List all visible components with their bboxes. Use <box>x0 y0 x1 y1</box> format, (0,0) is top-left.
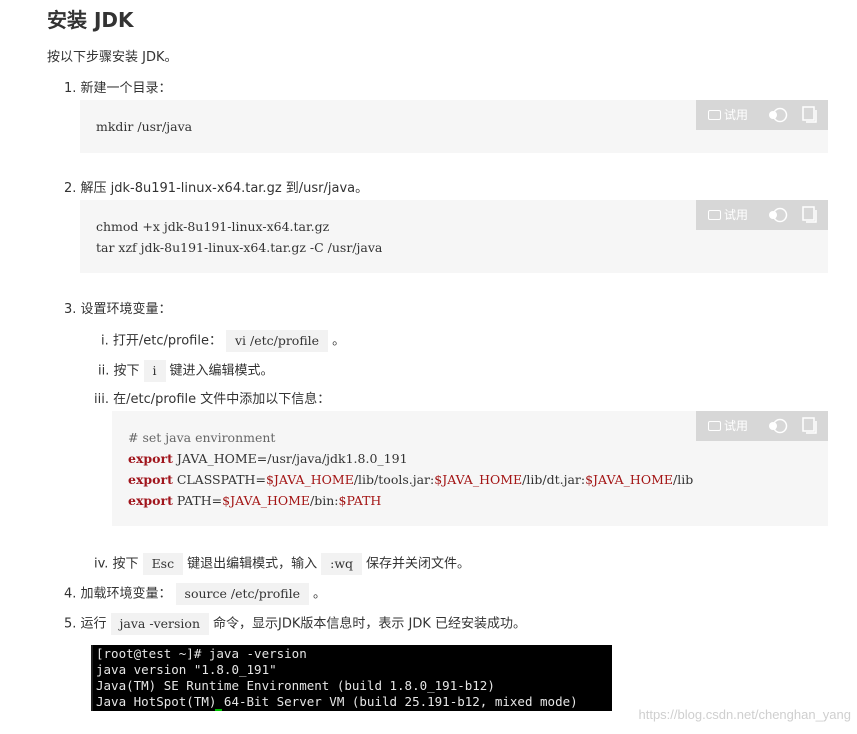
step-3i-text: i. 打开/etc/profile： <box>101 333 222 349</box>
inline-code: source /etc/profile <box>175 583 309 605</box>
toggle-theme-icon[interactable] <box>768 107 788 123</box>
code-toolbar: 试用 <box>696 100 828 130</box>
code-comment: # set java environment <box>128 430 276 445</box>
step-3ii-end: 键进入编辑模式。 <box>169 363 274 379</box>
code-variable: $JAVA_HOME <box>265 472 354 487</box>
step-3iv-text: 键退出编辑模式，输入 <box>187 556 318 572</box>
code-variable: $JAVA_HOME <box>222 493 311 508</box>
step-1-label: 1. 新建一个目录： <box>64 81 172 96</box>
code-toolbar: 试用 <box>696 200 828 230</box>
inline-code: :wq <box>321 553 363 575</box>
terminal-line: Java(TM) SE Runtime Environment (build 1… <box>96 678 495 693</box>
step-3i: i. 打开/etc/profile： vi /etc/profile。 <box>101 330 345 352</box>
code-toolbar: 试用 <box>696 411 828 441</box>
step-5-text: 5. 运行 <box>64 616 107 632</box>
try-label: 试用 <box>724 208 749 222</box>
step-3i-end: 。 <box>332 333 346 349</box>
intro-text: 按以下步骤安装 JDK。 <box>47 50 178 65</box>
try-label: 试用 <box>724 108 749 122</box>
terminal-output: [root@test ~]# java -version java versio… <box>91 645 612 711</box>
step-4: 4. 加载环境变量： source /etc/profile。 <box>64 583 326 605</box>
inline-code: vi /etc/profile <box>225 330 329 352</box>
step-3iv-text: iv. 按下 <box>94 556 139 572</box>
copy-icon[interactable] <box>802 206 818 224</box>
code-line: export CLASSPATH=$JAVA_HOME/lib/tools.ja… <box>128 471 693 489</box>
code-block-mkdir: mkdir /usr/java 试用 <box>80 100 828 153</box>
copy-icon[interactable] <box>802 417 818 435</box>
code-block-profile: # set java environment export JAVA_HOME=… <box>112 411 828 526</box>
keyword: export <box>128 451 173 466</box>
code-line: tar xzf jdk-8u191-linux-x64.tar.gz -C /u… <box>96 240 383 255</box>
toggle-theme-icon[interactable] <box>768 207 788 223</box>
inline-code: i <box>143 360 166 382</box>
terminal-line: [root@test ~]# java -version <box>96 646 307 661</box>
step-3ii-text: ii. 按下 <box>98 363 140 379</box>
code-block-extract: chmod +x jdk-8u191-linux-x64.tar.gz tar … <box>80 200 828 273</box>
inline-code: Esc <box>142 553 184 575</box>
code-text: /lib <box>673 472 694 487</box>
step-4-text: 4. 加载环境变量： <box>64 586 172 602</box>
step-4-end: 。 <box>312 586 326 602</box>
terminal-line: Java HotSpot(TM) 64-Bit Server VM (build… <box>96 694 578 709</box>
step-3iv-end: 保存并关闭文件。 <box>366 556 471 572</box>
step-2-label: 2. 解压 jdk-8u191-linux-x64.tar.gz 到/usr/j… <box>64 181 369 196</box>
step-3ii: ii. 按下 i 键进入编辑模式。 <box>98 360 274 382</box>
try-icon <box>708 110 721 120</box>
try-button[interactable]: 试用 <box>708 207 748 223</box>
code-text: /lib/tools.jar: <box>353 472 435 487</box>
inline-code: java -version <box>110 613 210 635</box>
keyword: export <box>128 472 173 487</box>
code-text: /lib/dt.jar: <box>522 472 586 487</box>
try-button[interactable]: 试用 <box>708 418 748 434</box>
step-3-label: 3. 设置环境变量： <box>64 302 172 317</box>
code-variable: $PATH <box>338 493 382 508</box>
code-variable: $JAVA_HOME <box>434 472 523 487</box>
try-icon <box>708 210 721 220</box>
terminal-cursor <box>215 709 222 711</box>
code-line: export JAVA_HOME=/usr/java/jdk1.8.0_191 <box>128 450 408 468</box>
code-text: /bin: <box>310 493 339 508</box>
code-line: export PATH=$JAVA_HOME/bin:$PATH <box>128 492 381 510</box>
code-line: mkdir /usr/java <box>96 119 193 134</box>
watermark: https://blog.csdn.net/chenghan_yang <box>638 707 852 722</box>
code-text: CLASSPATH= <box>172 472 266 487</box>
code-variable: $JAVA_HOME <box>585 472 673 487</box>
copy-icon[interactable] <box>802 106 818 124</box>
keyword: export <box>128 493 173 508</box>
step-3iii-label: iii. 在/etc/profile 文件中添加以下信息： <box>94 392 331 407</box>
step-3iv: iv. 按下 Esc 键退出编辑模式，输入:wq 保存并关闭文件。 <box>94 553 470 575</box>
step-5-end: 命令，显示JDK版本信息时，表示 JDK 已经安装成功。 <box>213 616 527 632</box>
toggle-theme-icon[interactable] <box>768 418 788 434</box>
try-icon <box>708 421 721 431</box>
step-5: 5. 运行 java -version 命令，显示JDK版本信息时，表示 JDK 已… <box>64 613 526 635</box>
page-title: 安装 JDK <box>47 8 134 32</box>
code-line: chmod +x jdk-8u191-linux-x64.tar.gz <box>96 219 330 234</box>
code-text: JAVA_HOME=/usr/java/jdk1.8.0_191 <box>172 451 408 466</box>
code-text: PATH= <box>172 493 223 508</box>
terminal-line: java version "1.8.0_191" <box>96 662 277 677</box>
try-button[interactable]: 试用 <box>708 107 748 123</box>
try-label: 试用 <box>724 419 749 433</box>
